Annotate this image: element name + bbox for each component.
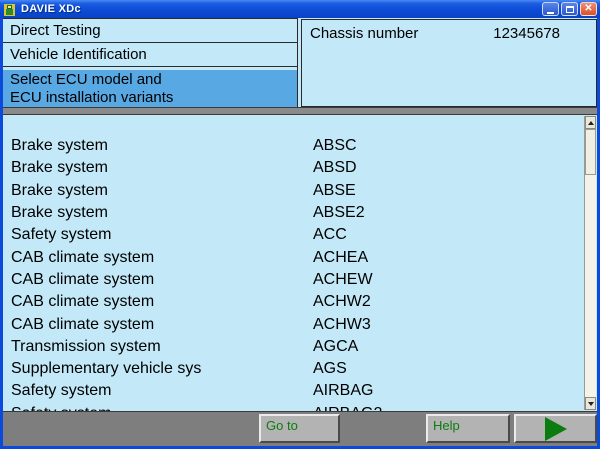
chassis-panel: Chassis number 12345678 [301, 19, 597, 107]
scroll-down-button[interactable] [585, 397, 596, 410]
system-name: CAB climate system [11, 293, 313, 311]
main-content: Direct Testing Vehicle Identification Se… [3, 18, 597, 446]
ecu-code: ABSC [313, 137, 357, 155]
list-row[interactable]: CAB climate system ACHEW [11, 269, 597, 291]
ecu-list: Brake system ABSC Brake system ABSD Brak… [3, 115, 597, 411]
list-row[interactable]: Brake system ABSE2 [11, 202, 597, 224]
next-button[interactable] [514, 414, 597, 443]
window-title: DAVIE XDc [21, 3, 542, 15]
system-name: Brake system [11, 159, 313, 177]
system-name: Brake system [11, 204, 313, 222]
ecu-code: AGS [313, 360, 347, 378]
system-name: Transmission system [11, 338, 313, 356]
ecu-code: ACHEA [313, 249, 368, 267]
close-icon: ✕ [584, 4, 592, 14]
list-row[interactable]: Brake system ABSD [11, 157, 597, 179]
nav-item-label-line1: Select ECU model and [10, 71, 162, 89]
scroll-up-icon [588, 121, 594, 125]
ecu-code: ABSD [313, 159, 357, 177]
close-button[interactable]: ✕ [580, 2, 597, 16]
footer-bar: Go to Help [3, 411, 597, 446]
nav-item-vehicle-identification[interactable]: Vehicle Identification [3, 43, 297, 67]
ecu-code: ABSE2 [313, 204, 365, 222]
list-row[interactable]: Safety system ACC [11, 224, 597, 246]
ecu-code: ABSE [313, 182, 356, 200]
nav-item-select-ecu-model[interactable]: Select ECU model and ECU installation va… [3, 70, 297, 107]
scrollbar-track[interactable] [585, 129, 596, 397]
minimize-icon [547, 12, 554, 14]
system-name: CAB climate system [11, 271, 313, 289]
window-controls: ✕ [542, 2, 597, 16]
maximize-icon [566, 6, 574, 13]
system-name: Safety system [11, 382, 313, 400]
list-row[interactable]: Safety system AIRBAG [11, 380, 597, 402]
goto-button[interactable]: Go to [259, 414, 340, 443]
header-section: Direct Testing Vehicle Identification Se… [3, 18, 597, 107]
list-row[interactable]: Supplementary vehicle sys AGS [11, 358, 597, 380]
help-button[interactable]: Help [426, 414, 510, 443]
title-bar[interactable]: DAVIE XDc ✕ [0, 0, 600, 18]
app-window: DAVIE XDc ✕ Direct Testing Vehicle Ident… [0, 0, 600, 449]
list-row[interactable]: CAB climate system ACHW2 [11, 291, 597, 313]
list-row[interactable]: CAB climate system ACHEA [11, 246, 597, 268]
nav-item-label: Vehicle Identification [10, 46, 147, 63]
vertical-scrollbar[interactable] [584, 116, 596, 410]
maximize-button[interactable] [561, 2, 578, 16]
list-row[interactable]: Safety system AIRBAG2 [11, 403, 597, 411]
list-row[interactable]: Brake system ABSC [11, 135, 597, 157]
system-name: Brake system [11, 182, 313, 200]
system-name: Brake system [11, 137, 313, 155]
ecu-list-area: Brake system ABSC Brake system ABSD Brak… [3, 115, 597, 411]
ecu-code: AGCA [313, 338, 358, 356]
next-arrow-icon [545, 417, 567, 441]
scroll-down-icon [588, 402, 594, 406]
scrollbar-thumb[interactable] [585, 129, 596, 175]
header-separator [3, 107, 597, 115]
app-icon [4, 3, 17, 16]
nav-panel: Direct Testing Vehicle Identification Se… [3, 18, 298, 107]
nav-item-label-line2: ECU installation variants [10, 89, 173, 107]
system-name: Supplementary vehicle sys [11, 360, 313, 378]
ecu-code: ACHEW [313, 271, 373, 289]
nav-item-label: Direct Testing [10, 22, 101, 39]
system-name: CAB climate system [11, 316, 313, 334]
ecu-code: ACC [313, 226, 347, 244]
list-row[interactable]: CAB climate system ACHW3 [11, 313, 597, 335]
chassis-number-value: 12345678 [493, 25, 560, 42]
ecu-code: ACHW3 [313, 316, 371, 334]
minimize-button[interactable] [542, 2, 559, 16]
list-row[interactable]: Brake system ABSE [11, 180, 597, 202]
scroll-up-button[interactable] [585, 116, 596, 129]
nav-item-direct-testing[interactable]: Direct Testing [3, 19, 297, 43]
ecu-code: AIRBAG [313, 382, 373, 400]
list-row[interactable]: Transmission system AGCA [11, 336, 597, 358]
chassis-number-label: Chassis number [310, 25, 418, 42]
system-name: Safety system [11, 226, 313, 244]
system-name: CAB climate system [11, 249, 313, 267]
ecu-code: ACHW2 [313, 293, 371, 311]
